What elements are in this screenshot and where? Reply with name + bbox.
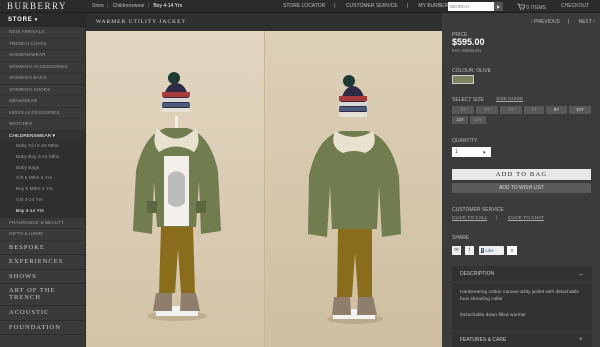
add-to-wishlist-button[interactable]: ADD TO WISH LIST [452,183,591,193]
click-to-call-link[interactable]: CLICK TO CALL [452,216,487,221]
sidebar-item-trench-coats[interactable]: Trench Coats [0,39,85,50]
customer-service-links: CLICK TO CALL | CLICK TO CHAT [452,216,553,221]
bag-icon [517,3,526,10]
next-link[interactable]: NEXT › [579,19,595,25]
product-image-front[interactable] [86,31,264,347]
shopping-bag[interactable]: 0 ITEMS [517,3,546,11]
colour-label: COLOUR: OLIVE [452,68,491,74]
facebook-icon: f [481,248,485,253]
submenu-item-boy-6m-3y[interactable]: Boy 6 Mths-3 Yrs [0,185,85,196]
description-text: Hardwearing cotton canvas utility jacket… [460,290,579,302]
sidebar-art-of-the-trench[interactable]: ART OF THE TRENCH [0,284,85,307]
sidebar-item-new-arrivals[interactable]: New Arrivals [0,27,85,39]
submenu-item-girl-6m-3y[interactable]: Girl 6 Mths-3 Yrs [0,174,85,185]
description-text: Detachable down-filled warmer [460,313,526,318]
size-option[interactable]: 6Y [500,106,522,114]
link-separator: | [334,3,336,9]
size-option[interactable]: 14Y [470,116,486,124]
item-number: Item 38586391 [452,48,483,53]
sidebar-item-label: Childrenswear [9,133,52,139]
size-option[interactable]: 7Y [524,106,544,114]
burberry-logo[interactable]: BURBERRY [7,1,67,11]
email-share-icon[interactable]: ✉ [452,246,461,255]
previous-link[interactable]: ‹ PREVIOUS [531,19,560,25]
submenu-item-baby-bags[interactable]: Baby Bags [0,164,85,175]
product-pager: ‹ PREVIOUS | NEXT › [531,19,600,25]
sidebar-bespoke[interactable]: BESPOKE [0,241,85,256]
sidebar-item-menswear[interactable]: Menswear [0,96,85,108]
sidebar-item-womens-bags[interactable]: Women's Bags [0,73,85,85]
product-title: WARMER UTILITY JACKET [96,19,186,25]
customer-service-link[interactable]: CUSTOMER SERVICE [346,3,398,9]
checkout-link[interactable]: CHECKOUT [561,3,589,9]
customer-service-label: CUSTOMER SERVICE [452,207,504,213]
sidebar-item-womenswear[interactable]: Womenswear [0,50,85,62]
sidebar-acoustic[interactable]: ACOUSTIC [0,306,85,321]
share-label: SHARE [452,235,470,241]
description-body: Hardwearing cotton canvas utility jacket… [452,283,592,334]
store-locator-link[interactable]: STORE LOCATOR [283,3,325,9]
size-option[interactable]: 10Y [569,106,591,114]
boy-outfit-front-illustration [133,72,221,321]
colour-swatch-olive[interactable] [452,75,474,84]
chevron-down-icon: ▾ [483,150,486,156]
sidebar-foundation[interactable]: FOUNDATION [0,321,85,336]
breadcrumb: Store | Childrenswear | Boy 4-14 Yrs [92,3,185,9]
sidebar-item-womens-shoes[interactable]: Women's Shoes [0,85,85,96]
chevron-down-icon: ▾ [52,133,55,139]
features-care-header[interactable]: FEATURES & CARE + [452,331,592,347]
breadcrumb-separator: | [106,3,109,9]
submenu-item-baby-boy[interactable]: Baby Boy 0-24 Mths [0,153,85,164]
search-submit-icon[interactable] [494,2,503,11]
quantity-label: QUANTITY [452,138,478,144]
click-to-chat-link[interactable]: CLICK TO CHAT [508,216,544,221]
features-care-label: FEATURES & CARE [460,337,507,343]
sidebar-item-childrenswear[interactable]: Childrenswear ▾ [0,130,85,142]
sidebar-item-womens-accessories[interactable]: Women's Accessories [0,62,85,73]
sidebar-item-mens-accessories[interactable]: Men's Accessories [0,108,85,119]
select-size-label: SELECT SIZE [452,97,484,103]
twitter-share-icon[interactable]: t [465,246,474,255]
pager-separator: | [567,19,570,25]
description-label: DESCRIPTION [460,271,495,277]
cs-separator: | [496,216,498,221]
sidebar-item-fragrance-beauty[interactable]: Fragrance & Beauty [0,218,85,230]
breadcrumb-current: Boy 4-14 Yrs [153,3,183,9]
utility-links: STORE LOCATOR | CUSTOMER SERVICE | MY BURB… [283,3,464,9]
submenu-item-baby-girl[interactable]: Baby Girl 0-24 Mths [0,142,85,153]
sidebar-shows[interactable]: SHOWS [0,270,85,285]
size-option[interactable]: 4Y [452,106,474,114]
top-bar: BURBERRY Store | Childrenswear | Boy 4-14 … [0,0,600,13]
breadcrumb-childrenswear[interactable]: Childrenswear [113,3,145,9]
submenu-item-girl-4-14[interactable]: Girl 4-14 Yrs [0,196,85,207]
add-to-bag-button[interactable]: ADD TO BAG [452,169,591,180]
product-title-bar: WARMER UTILITY JACKET [86,13,442,31]
breadcrumb-store[interactable]: Store [92,3,104,9]
childrenswear-submenu: Baby Girl 0-24 Mths Baby Boy 0-24 Mths B… [0,142,85,218]
sidebar-item-watches[interactable]: Watches [0,119,85,131]
size-option[interactable]: 8Y [546,106,567,114]
facebook-like-button[interactable]: f Like [479,246,504,255]
description-header[interactable]: DESCRIPTION – [452,266,592,283]
size-option[interactable]: 12Y [452,116,468,124]
sidebar-item-gifts-home[interactable]: Gifts & Home [0,229,85,241]
facebook-like-label: Like [485,248,494,253]
size-option[interactable]: 5Y [476,106,498,114]
search-input[interactable] [448,2,494,11]
breadcrumb-separator: | [147,3,149,9]
expand-icon[interactable]: + [579,332,583,347]
bag-count: 0 ITEMS [526,5,546,11]
boy-outfit-back-illustration [308,75,401,324]
product-price: $595.00 [452,37,485,47]
facebook-like-count: 0 [507,246,517,255]
store-menu-header[interactable]: STORE [0,13,85,27]
submenu-item-boy-4-14[interactable]: Boy 4-14 Yrs [0,207,85,218]
description-panel: DESCRIPTION – Hardwearing cotton canvas … [452,266,592,347]
size-guide-link[interactable]: SIZE GUIDE [496,97,523,102]
sidebar: STORE New Arrivals Trench Coats Womenswe… [0,13,86,347]
link-separator: | [406,3,409,9]
collapse-icon[interactable]: – [579,266,583,283]
product-image-back[interactable] [265,31,442,347]
sidebar-experiences[interactable]: EXPERIENCES [0,255,85,270]
